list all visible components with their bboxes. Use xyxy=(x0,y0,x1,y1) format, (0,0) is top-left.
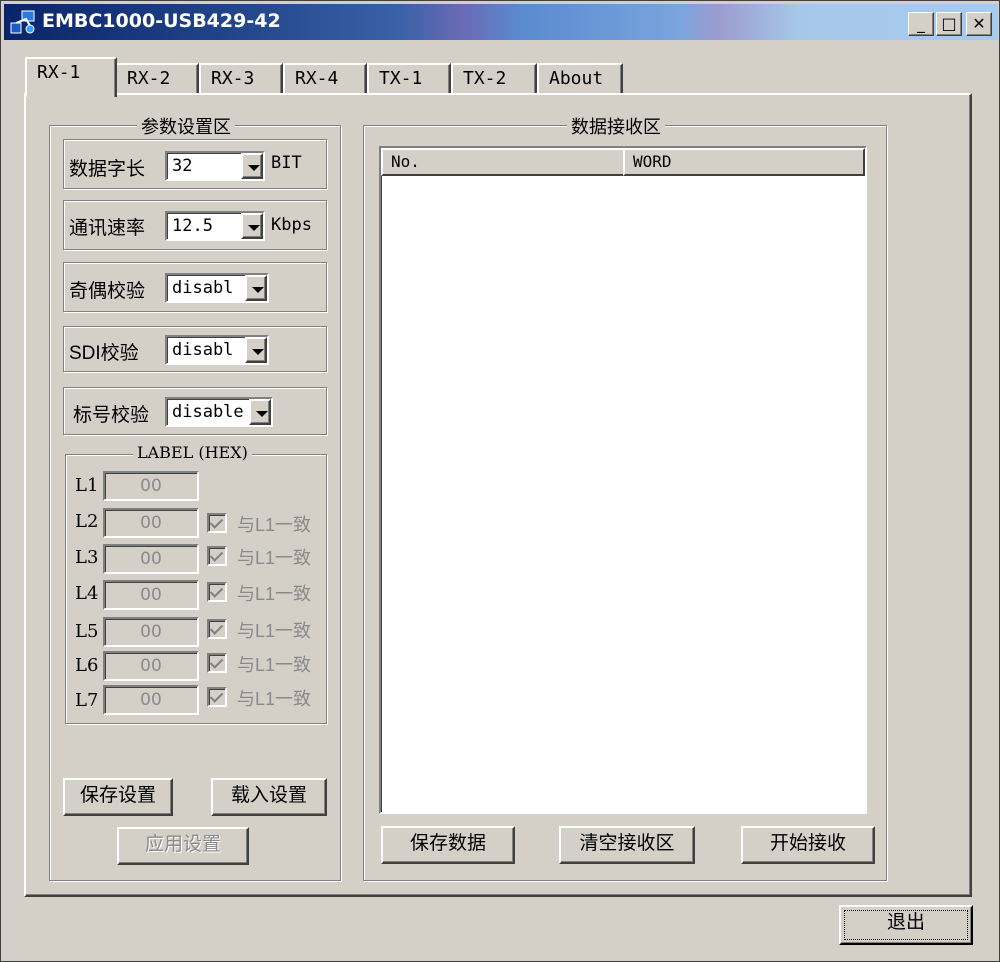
label-l3-same-text: 与L1一致 xyxy=(237,548,312,568)
parity-select[interactable]: disabl xyxy=(165,273,269,303)
sdi-value: disabl xyxy=(172,340,234,360)
tab-rx-2[interactable]: RX-2 xyxy=(115,63,199,95)
baud-select[interactable]: 12.5 xyxy=(165,211,265,241)
maximize-button[interactable]: □ xyxy=(936,12,962,36)
chevron-down-icon[interactable] xyxy=(245,337,267,363)
receive-group-title: 数据接收区 xyxy=(567,113,665,139)
label-l2-same-text: 与L1一致 xyxy=(237,515,312,535)
save-settings-button[interactable]: 保存设置 xyxy=(63,778,173,816)
save-data-button[interactable]: 保存数据 xyxy=(381,826,515,864)
tab-rx-3[interactable]: RX-3 xyxy=(199,63,283,95)
receive-list[interactable]: No. WORD xyxy=(379,146,867,814)
app-window: EMBC1000-USB429-42 _ □ ✕ RX-1 RX-2 RX-3 … xyxy=(0,0,1000,962)
label-row-name: L1 xyxy=(75,475,99,496)
word-length-value: 32 xyxy=(172,156,193,176)
label-row-name: L6 xyxy=(75,655,99,676)
exit-button[interactable]: 退出 xyxy=(839,905,973,945)
label-l5-same-text: 与L1一致 xyxy=(237,621,312,641)
label-l3-same-checkbox[interactable] xyxy=(207,546,227,566)
word-length-unit: BIT xyxy=(271,153,302,173)
chevron-down-icon[interactable] xyxy=(249,399,271,425)
app-icon xyxy=(10,9,36,35)
tab-tx-2[interactable]: TX-2 xyxy=(451,63,537,95)
parity-label: 奇偶校验 xyxy=(69,281,146,302)
tab-rx-4[interactable]: RX-4 xyxy=(283,63,367,95)
label-l6-input[interactable]: 00 xyxy=(103,651,199,681)
label-l7-input[interactable]: 00 xyxy=(103,685,199,715)
tab-about[interactable]: About xyxy=(537,63,623,95)
label-l5-input[interactable]: 00 xyxy=(103,617,199,647)
chevron-down-icon[interactable] xyxy=(241,153,263,179)
title-bar[interactable]: EMBC1000-USB429-42 _ □ ✕ xyxy=(4,4,998,40)
label-l4-same-checkbox[interactable] xyxy=(207,582,227,602)
column-header-word[interactable]: WORD xyxy=(623,148,865,176)
baud-value: 12.5 xyxy=(172,216,213,236)
baud-label: 通讯速率 xyxy=(69,218,146,239)
sdi-label: SDI校验 xyxy=(69,343,139,364)
label-l2-same-checkbox[interactable] xyxy=(207,513,227,533)
window-title: EMBC1000-USB429-42 xyxy=(42,10,281,32)
label-l4-same-text: 与L1一致 xyxy=(237,584,312,604)
label-l1-input[interactable]: 00 xyxy=(103,471,199,501)
label-check-label: 标号校验 xyxy=(73,405,150,426)
word-length-label: 数据字长 xyxy=(69,159,146,180)
label-row-name: L3 xyxy=(75,547,99,568)
label-l3-input[interactable]: 00 xyxy=(103,544,199,574)
label-l4-input[interactable]: 00 xyxy=(103,580,199,610)
word-length-select[interactable]: 32 xyxy=(165,151,265,181)
label-row-name: L5 xyxy=(75,621,99,642)
load-settings-button[interactable]: 载入设置 xyxy=(211,778,327,816)
minimize-button[interactable]: _ xyxy=(908,12,934,36)
label-l7-same-text: 与L1一致 xyxy=(237,689,312,709)
tab-rx-1[interactable]: RX-1 xyxy=(25,57,117,97)
params-group-title: 参数设置区 xyxy=(137,113,235,139)
clear-receive-button[interactable]: 清空接收区 xyxy=(559,826,695,864)
label-check-value: disable xyxy=(172,402,244,422)
parity-value: disabl xyxy=(172,278,234,298)
label-l5-same-checkbox[interactable] xyxy=(207,619,227,639)
column-header-no[interactable]: No. xyxy=(381,148,625,176)
label-hex-title: LABEL (HEX) xyxy=(133,443,252,462)
label-l2-input[interactable]: 00 xyxy=(103,508,199,538)
label-check-select[interactable]: disable xyxy=(165,397,273,427)
label-row-name: L2 xyxy=(75,511,99,532)
close-button[interactable]: ✕ xyxy=(966,12,992,36)
label-row-name: L7 xyxy=(75,690,99,711)
sdi-select[interactable]: disabl xyxy=(165,335,269,365)
label-l7-same-checkbox[interactable] xyxy=(207,687,227,707)
start-receive-button[interactable]: 开始接收 xyxy=(741,826,875,864)
apply-settings-button[interactable]: 应用设置 xyxy=(117,827,249,865)
chevron-down-icon[interactable] xyxy=(245,275,267,301)
chevron-down-icon[interactable] xyxy=(241,213,263,239)
label-l6-same-checkbox[interactable] xyxy=(207,653,227,673)
label-row-name: L4 xyxy=(75,583,99,604)
label-l6-same-text: 与L1一致 xyxy=(237,655,312,675)
baud-unit: Kbps xyxy=(271,215,312,235)
tab-tx-1[interactable]: TX-1 xyxy=(367,63,451,95)
